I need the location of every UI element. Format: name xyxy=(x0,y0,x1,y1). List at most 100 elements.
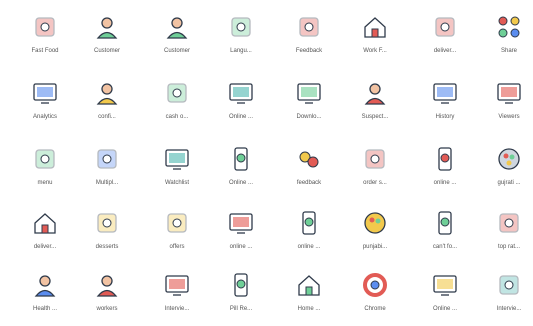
icon-tile[interactable]: History xyxy=(414,78,476,134)
icon-label: online ... xyxy=(297,244,321,250)
icon-tile[interactable]: online ... xyxy=(278,208,340,264)
icon-label: online ... xyxy=(229,244,253,250)
pill-reminder-icon xyxy=(226,270,256,300)
icon-label: Online ... xyxy=(228,114,253,120)
icon-tile[interactable]: deliver... xyxy=(414,12,476,68)
icon-label: Downlo... xyxy=(296,114,322,120)
icon-label: deliver... xyxy=(33,244,57,250)
chrome-icon xyxy=(360,270,390,300)
icon-tile[interactable]: Fast Food xyxy=(14,12,76,68)
icon-label: Langu... xyxy=(230,48,252,54)
icon-tile[interactable]: Intervie... xyxy=(146,270,208,326)
icon-tile[interactable]: workers xyxy=(76,270,138,326)
icon-tile[interactable]: Suspect... xyxy=(344,78,406,134)
download-icon xyxy=(294,78,324,108)
icon-label: Share xyxy=(500,48,517,54)
icon-tile[interactable]: order s... xyxy=(344,144,406,200)
workers-icon xyxy=(92,270,122,300)
health-icon xyxy=(30,270,60,300)
share-icon xyxy=(494,12,524,42)
online-mobile-video-icon xyxy=(226,144,256,174)
suspect-icon xyxy=(360,78,390,108)
icon-label: confi... xyxy=(98,114,116,120)
conference-icon xyxy=(92,78,122,108)
icon-label: workers xyxy=(96,306,118,312)
icon-tile[interactable]: Langu... xyxy=(210,12,272,68)
home-delivery-icon xyxy=(30,208,60,238)
history-icon xyxy=(430,78,460,108)
icon-label: Work F... xyxy=(363,48,387,54)
customer-support-icon xyxy=(162,12,192,42)
icon-label: Online ... xyxy=(228,180,253,186)
icon-tile[interactable]: confi... xyxy=(76,78,138,134)
icon-label: desserts xyxy=(95,244,119,250)
icon-tile[interactable]: Multipl... xyxy=(76,144,138,200)
icon-tile[interactable]: online ... xyxy=(210,208,272,264)
icon-grid: Fast Food Customer Customer Langu... Feedbac… xyxy=(0,0,533,320)
icon-label: Online ... xyxy=(432,306,457,312)
icon-tile[interactable]: Viewers xyxy=(478,78,533,134)
icon-tile[interactable]: Feedback xyxy=(278,12,340,68)
icon-label: Analytics xyxy=(32,114,57,120)
icon-label: Watchlist xyxy=(164,180,190,186)
online-video-icon xyxy=(226,78,256,108)
icon-tile[interactable]: Chrome xyxy=(344,270,406,326)
menu-icon xyxy=(30,144,60,174)
icon-label: Multipl... xyxy=(95,180,119,186)
online-restaurant-icon xyxy=(226,208,256,238)
icon-tile[interactable]: Online ... xyxy=(210,144,272,200)
icon-tile[interactable]: Online ... xyxy=(414,270,476,326)
icon-label: Chrome xyxy=(364,306,386,312)
icon-label: offers xyxy=(169,244,185,250)
icon-label: online ... xyxy=(433,180,457,186)
icon-label: Suspect... xyxy=(361,114,389,120)
icon-label: Intervie... xyxy=(164,306,190,312)
cash-on-delivery-icon xyxy=(162,78,192,108)
icon-label: Intervie... xyxy=(496,306,522,312)
icon-tile[interactable]: Work F... xyxy=(344,12,406,68)
icon-tile[interactable]: Share xyxy=(478,12,533,68)
icon-tile[interactable]: Intervie... xyxy=(478,270,533,326)
icon-tile[interactable]: desserts xyxy=(76,208,138,264)
icon-tile[interactable]: Pill Re... xyxy=(210,270,272,326)
top-rated-icon xyxy=(494,208,524,238)
icon-label: deliver... xyxy=(433,48,457,54)
icon-tile[interactable]: Downlo... xyxy=(278,78,340,134)
icon-tile[interactable]: Online ... xyxy=(210,78,272,134)
icon-tile[interactable]: Home ... xyxy=(278,270,340,326)
gujarati-thali-icon xyxy=(494,144,524,174)
icon-tile[interactable]: gujrati ... xyxy=(478,144,533,200)
work-from-home-icon xyxy=(360,12,390,42)
cant-find-icon xyxy=(430,208,460,238)
icon-label: Fast Food xyxy=(31,48,59,54)
icon-label: feedback xyxy=(296,180,322,186)
icon-tile[interactable]: Watchlist xyxy=(146,144,208,200)
icon-label: Customer xyxy=(163,48,190,54)
icon-tile[interactable]: Customer xyxy=(76,12,138,68)
icon-tile[interactable]: top rat... xyxy=(478,208,533,264)
online-payment-icon xyxy=(294,208,324,238)
icon-tile[interactable]: Health ... xyxy=(14,270,76,326)
icon-tile[interactable]: cash o... xyxy=(146,78,208,134)
icon-tile[interactable]: offers xyxy=(146,208,208,264)
language-icon xyxy=(226,12,256,42)
icon-tile[interactable]: can't fo... xyxy=(414,208,476,264)
icon-tile[interactable]: online ... xyxy=(414,144,476,200)
icon-tile[interactable]: menu xyxy=(14,144,76,200)
viewers-icon xyxy=(494,78,524,108)
icon-label: Feedback xyxy=(295,48,323,54)
online-food-order-icon xyxy=(430,144,460,174)
icon-tile[interactable]: punjabi... xyxy=(344,208,406,264)
icon-tile[interactable]: Analytics xyxy=(14,78,76,134)
icon-label: can't fo... xyxy=(432,244,458,250)
icon-label: top rat... xyxy=(497,244,520,250)
icon-label: Pill Re... xyxy=(229,306,253,312)
watchlist-icon xyxy=(162,144,192,174)
icon-tile[interactable]: feedback xyxy=(278,144,340,200)
online-interview-icon xyxy=(430,270,460,300)
icon-tile[interactable]: Customer xyxy=(146,12,208,68)
icon-label: Home ... xyxy=(297,306,321,312)
icon-label: menu xyxy=(37,180,53,186)
icon-tile[interactable]: deliver... xyxy=(14,208,76,264)
order-status-icon xyxy=(360,144,390,174)
